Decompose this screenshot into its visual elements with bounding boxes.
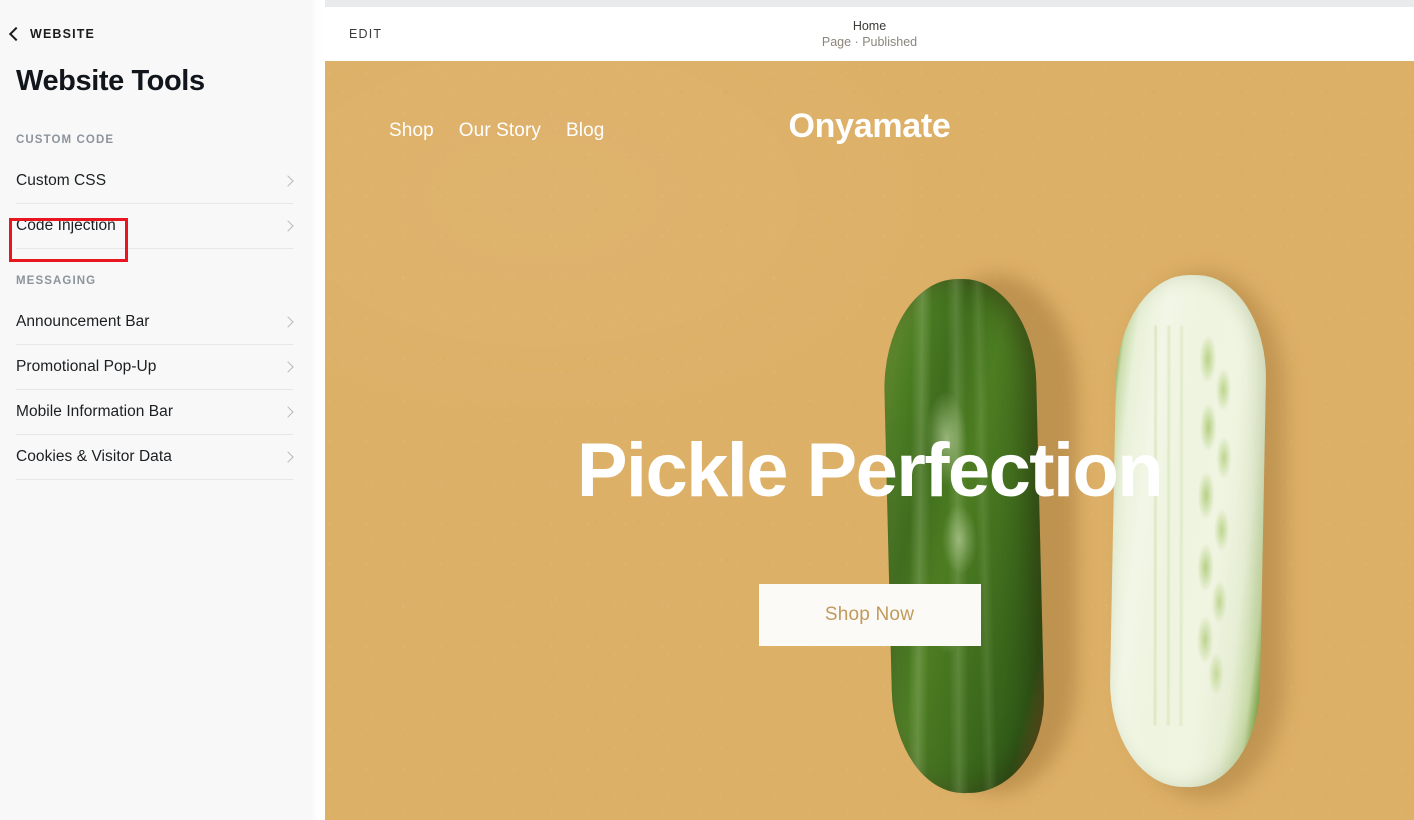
sidebar-item-label: Announcement Bar	[16, 313, 150, 331]
page-meta-title: Home	[852, 19, 887, 33]
hero-headline: Pickle Perfection	[576, 428, 1164, 513]
sidebar-item-announcement-bar[interactable]: Announcement Bar	[16, 300, 294, 346]
sidebar-item-promotional-pop-up[interactable]: Promotional Pop-Up	[16, 345, 294, 391]
preview-top-strip	[325, 0, 1414, 7]
chevron-right-icon	[282, 316, 294, 329]
page-status-badge: Page · Published	[821, 35, 918, 49]
nav-list-custom-code: Custom CSS Code Injection	[0, 159, 325, 250]
cucumber-halved-image	[1108, 273, 1268, 789]
cucumber-whole-image	[881, 277, 1047, 795]
sidebar-item-label: Custom CSS	[16, 172, 107, 190]
sidebar-item-label: Code Injection	[16, 217, 116, 235]
preview-toolbar: EDIT Home Page · Published	[325, 7, 1414, 61]
sidebar-item-label: Cookies & Visitor Data	[16, 448, 172, 466]
sidebar-item-label: Mobile Information Bar	[16, 403, 174, 421]
group-label-messaging: MESSAGING	[16, 275, 97, 288]
group-label-custom-code: CUSTOM CODE	[16, 134, 115, 147]
page-title: Website Tools	[16, 65, 205, 97]
sidebar-edge-fade	[311, 0, 325, 820]
back-link-label: WEBSITE	[30, 27, 95, 41]
sidebar-item-code-injection[interactable]: Code Injection	[16, 204, 294, 250]
back-to-website-link[interactable]: WEBSITE	[0, 0, 325, 42]
chevron-right-icon	[282, 451, 294, 464]
site-brand-title[interactable]: Onyamate	[325, 107, 1414, 146]
sidebar-item-cookies-visitor-data[interactable]: Cookies & Visitor Data	[16, 435, 294, 481]
website-tools-screen: WEBSITE Website Tools CUSTOM CODE Custom…	[0, 0, 1414, 820]
chevron-right-icon	[282, 220, 294, 233]
sidebar-item-label: Promotional Pop-Up	[16, 358, 157, 376]
shop-now-button[interactable]: Shop Now	[758, 584, 981, 646]
sidebar-item-mobile-information-bar[interactable]: Mobile Information Bar	[16, 390, 294, 436]
chevron-left-icon	[8, 26, 24, 42]
site-preview-pane: EDIT Home Page · Published Shop Our Stor…	[325, 0, 1414, 820]
cucumber-seeds-texture	[1187, 336, 1240, 717]
chevron-right-icon	[282, 175, 294, 188]
nav-list-messaging: Announcement Bar Promotional Pop-Up Mobi…	[0, 300, 325, 481]
sidebar-item-custom-css[interactable]: Custom CSS	[16, 159, 294, 205]
chevron-right-icon	[282, 361, 294, 374]
page-meta: Home Page · Published	[325, 18, 1414, 50]
chevron-right-icon	[282, 406, 294, 419]
hero-section: Shop Our Story Blog Onyamate Pickle Perf…	[325, 61, 1414, 820]
website-tools-sidebar: WEBSITE Website Tools CUSTOM CODE Custom…	[0, 0, 325, 820]
shop-now-button-label: Shop Now	[824, 604, 915, 625]
